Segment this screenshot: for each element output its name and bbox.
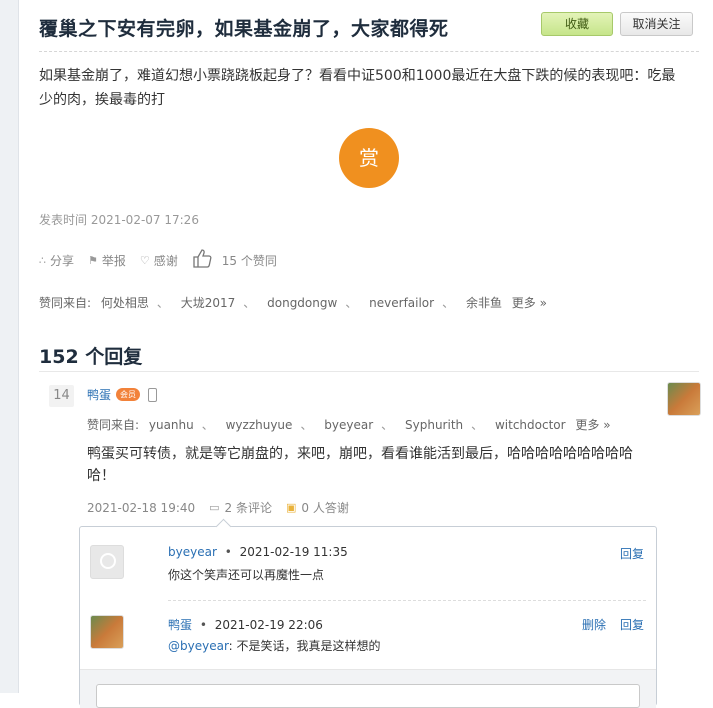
liker-link[interactable]: witchdoctor [495, 418, 566, 432]
liker-link[interactable]: 余非鱼 [466, 296, 502, 310]
liker-link[interactable]: Syphurith [405, 418, 463, 432]
comment-input-area [80, 669, 656, 708]
comment-icon: ▭ [209, 501, 220, 514]
reply-username[interactable]: 鸭蛋 [87, 386, 111, 403]
thumbs-up-icon [192, 248, 214, 273]
comments-box: byeyear • 2021-02-19 11:35 你这个笑声还可以再魔性一点… [79, 518, 657, 708]
liker-link[interactable]: neverfailor [369, 296, 434, 310]
replies-heading: 152 个回复 [39, 346, 143, 368]
default-avatar-icon [100, 553, 116, 569]
comment-input[interactable] [96, 684, 640, 708]
likes-count: 15 个赞同 [221, 254, 277, 268]
comments-count: 2 条评论 [224, 501, 272, 515]
reply-time: 2021-02-18 19:40 [87, 500, 196, 515]
liker-link[interactable]: 大垅2017 [181, 296, 236, 310]
comment-divider [168, 600, 646, 601]
likes-more-link[interactable]: 更多 » [575, 418, 610, 432]
reply-user[interactable]: 鸭蛋 会员 [87, 386, 158, 403]
post-page: 覆巢之下安有完卵，如果基金崩了，大家都得死 收藏 取消关注 如果基金崩了，难道幻… [19, 0, 713, 708]
replies-divider [39, 371, 699, 372]
flag-icon: ⚑ [88, 254, 98, 267]
reply-meta: 2021-02-18 19:40 ▭ 2 条评论 ▣ 0 人答谢 [87, 499, 363, 516]
unfollow-button[interactable]: 取消关注 [620, 12, 693, 36]
comment-header: 鸭蛋 • 2021-02-19 22:06 [168, 616, 323, 633]
comment-user[interactable]: byeyear [168, 545, 217, 559]
comments-box-pointer [215, 518, 232, 535]
comments-toggle[interactable]: ▭ 2 条评论 [209, 499, 272, 516]
reply-button[interactable]: 回复 [620, 545, 644, 562]
liker-link[interactable]: dongdongw [267, 296, 337, 310]
post-actions: ∴ 分享 ⚑ 举报 ♡ 感谢 15 个赞同 [39, 248, 291, 273]
report-label: 举报 [101, 254, 126, 268]
comment-text: @byeyear: 不是笑话，我真是这样想的 [168, 637, 381, 654]
thanks-icon: ▣ [286, 501, 297, 514]
title-divider [39, 51, 699, 52]
report-action[interactable]: ⚑ 举报 [88, 252, 126, 269]
comment-time: 2021-02-19 22:06 [214, 618, 323, 632]
mention-link[interactable]: @byeyear [168, 639, 229, 653]
post-body: 如果基金崩了，难道幻想小票跷跷板起身了？看看中证500和1000最近在大盘下跌的… [39, 68, 676, 108]
share-label: 分享 [50, 254, 75, 268]
post-time: 发表时间 2021-02-07 17:26 [39, 213, 199, 227]
liker-link[interactable]: yuanhu [149, 418, 194, 432]
reply-button[interactable]: 回复 [620, 616, 644, 633]
reply-likes-from: 赞同来自: yuanhu、 wyzzhuyue、 byeyear、 Syphur… [87, 418, 611, 432]
separator: • [199, 618, 207, 632]
delete-button[interactable]: 删除 [582, 616, 606, 633]
avatar[interactable] [90, 615, 124, 649]
answers-thanks[interactable]: ▣ 0 人答谢 [286, 499, 349, 516]
comment-body: : 不是笑话，我真是这样想的 [228, 639, 381, 653]
reward-button[interactable]: 赏 [339, 128, 399, 188]
comment-user[interactable]: 鸭蛋 [168, 618, 192, 632]
share-action[interactable]: ∴ 分享 [39, 252, 74, 269]
heart-icon: ♡ [139, 254, 150, 267]
post-title: 覆巢之下安有完卵，如果基金崩了，大家都得死 [39, 18, 449, 40]
thanks-action[interactable]: ♡ 感谢 [140, 252, 178, 269]
thumbs-up-svg [193, 249, 212, 268]
likes-more-link[interactable]: 更多 » [512, 296, 547, 310]
likes-from-label: 赞同来自: [39, 296, 92, 310]
likes-from-label: 赞同来自: [87, 418, 140, 432]
share-icon: ∴ [39, 254, 46, 267]
liker-link[interactable]: byeyear [324, 418, 373, 432]
liker-link[interactable]: wyzzhuyue [226, 418, 293, 432]
comment-text: 你这个笑声还可以再魔性一点 [168, 568, 325, 582]
mobile-icon [148, 387, 158, 402]
floor-number: 14 [49, 385, 74, 407]
answers-count: 0 人答谢 [301, 501, 349, 515]
separator: • [224, 545, 232, 559]
avatar[interactable] [90, 545, 124, 579]
like-action[interactable]: 15 个赞同 [192, 248, 277, 273]
vip-badge: 会员 [116, 388, 141, 401]
left-sidebar-strip [0, 0, 19, 693]
comment-time: 2021-02-19 11:35 [239, 545, 348, 559]
favorite-button[interactable]: 收藏 [541, 12, 613, 36]
avatar[interactable] [667, 382, 701, 416]
comment-header: byeyear • 2021-02-19 11:35 [168, 545, 348, 559]
post-likes-from: 赞同来自: 何处相思、 大垅2017、 dongdongw、 neverfail… [39, 296, 547, 310]
reply-text: 鸭蛋买可转债，就是等它崩盘的，来吧，崩吧，看看谁能活到最后，哈哈哈哈哈哈哈哈哈哈… [87, 446, 633, 484]
thanks-label: 感谢 [153, 254, 178, 268]
liker-link[interactable]: 何处相思 [101, 296, 149, 310]
